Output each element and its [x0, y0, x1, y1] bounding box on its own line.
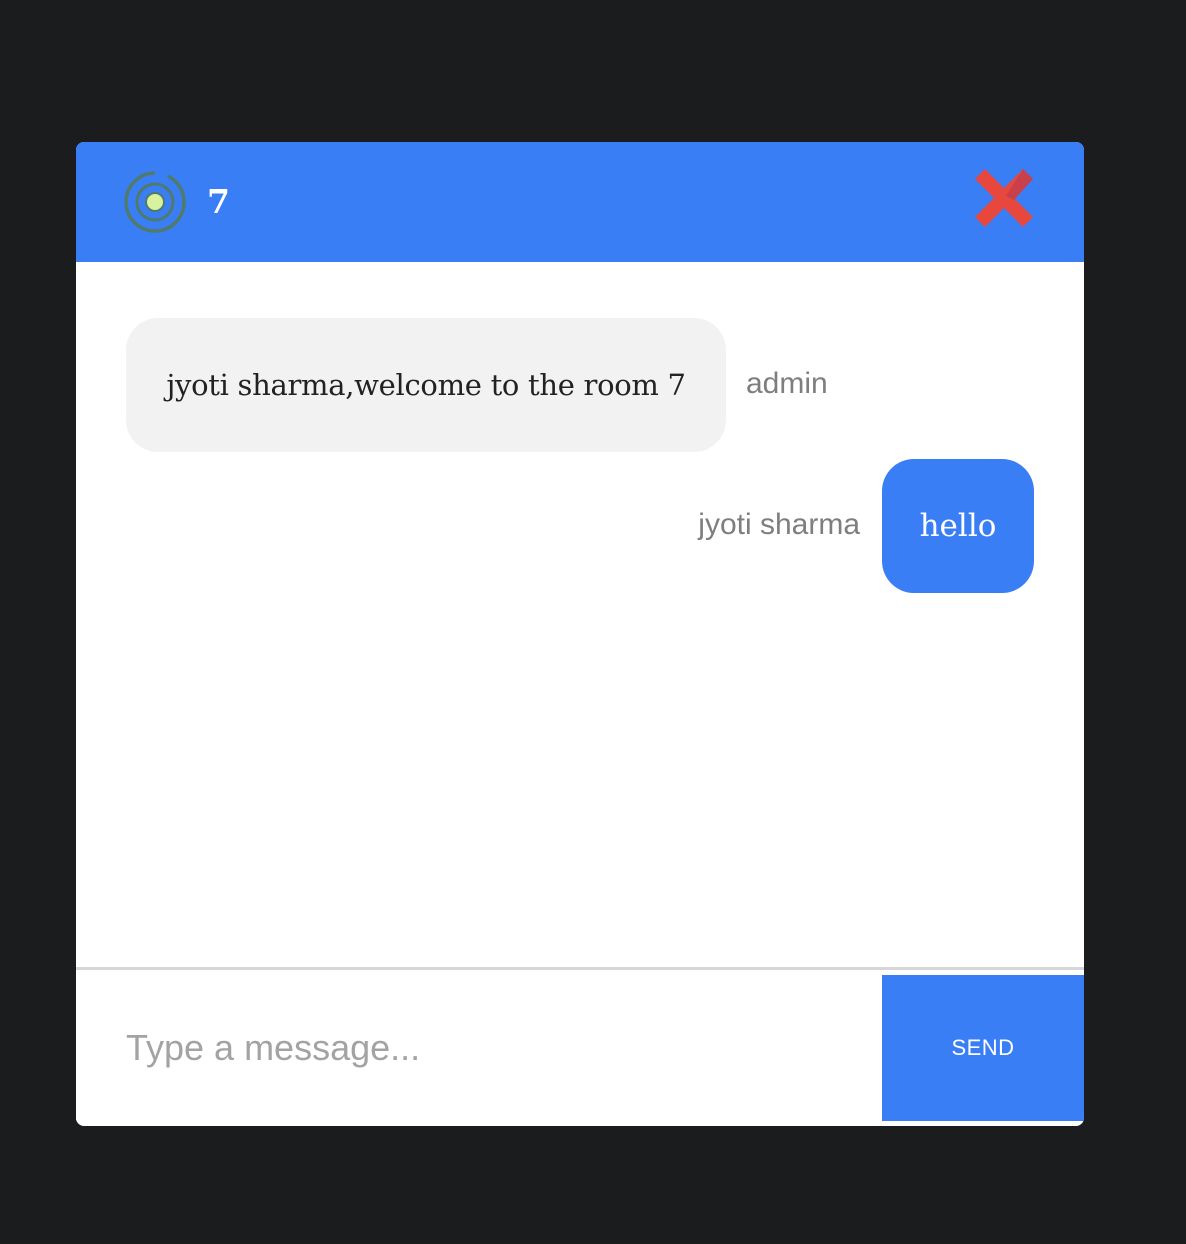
message-list: jyoti sharma,welcome to the room 7 admin…	[76, 262, 1084, 967]
send-button[interactable]: SEND	[882, 975, 1084, 1121]
message-input[interactable]	[76, 975, 882, 1121]
message-sender-name: admin	[746, 367, 828, 400]
chat-header: 7	[76, 142, 1084, 262]
online-icon	[124, 171, 186, 233]
message-sender-name: jyoti sharma	[698, 508, 860, 541]
room-name: 7	[207, 182, 230, 221]
chat-window: 7 jyoti sharma,welcome to the room 7 adm…	[76, 142, 1084, 1126]
composer-divider	[76, 967, 1084, 970]
sent-message-bubble: hello	[882, 459, 1034, 593]
message-composer: SEND	[76, 975, 1084, 1121]
close-icon[interactable]	[972, 166, 1036, 230]
received-message-bubble: jyoti sharma,welcome to the room 7	[126, 318, 726, 452]
